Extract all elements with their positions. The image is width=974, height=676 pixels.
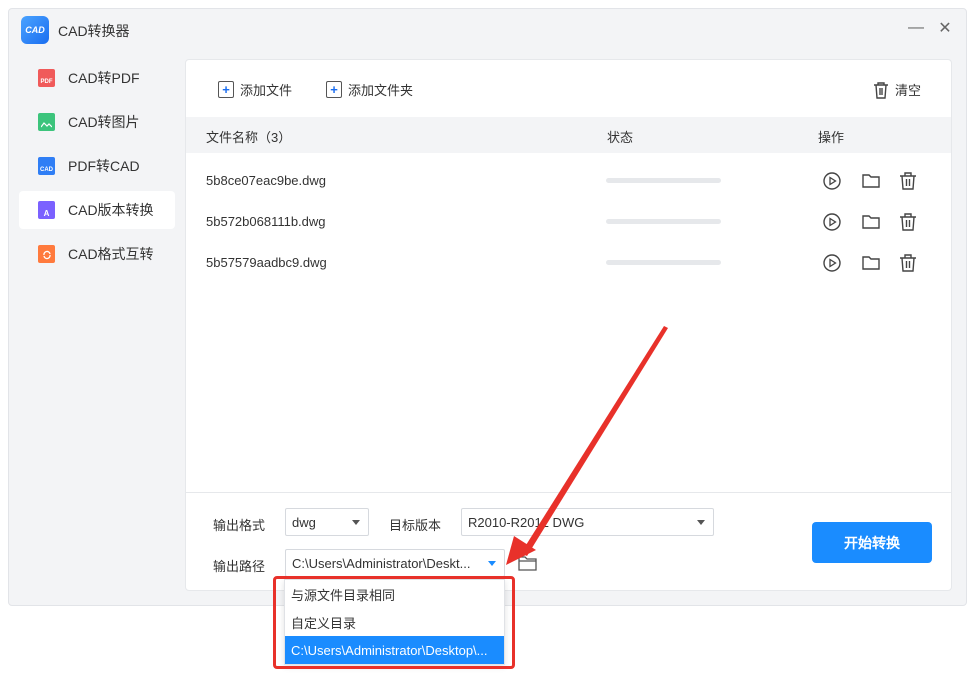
chevron-down-icon	[352, 520, 360, 525]
app-window: CAD CAD转换器 — ✕ PDF CAD转PDF CAD转图片 CAD PD…	[8, 8, 967, 606]
image-file-icon	[38, 113, 55, 131]
file-name: 5b57579aadbc9.dwg	[206, 255, 327, 270]
column-header-status: 状态	[607, 130, 634, 145]
sidebar-item-pdf-to-cad[interactable]: CAD PDF转CAD	[19, 147, 175, 185]
sidebar-item-label: CAD转PDF	[68, 70, 140, 86]
sidebar-item-label: CAD版本转换	[68, 202, 154, 218]
delete-icon[interactable]	[898, 171, 918, 191]
delete-icon[interactable]	[898, 253, 918, 273]
table-row: 5b8ce07eac9be.dwg	[186, 160, 951, 201]
output-path-select[interactable]: C:\Users\Administrator\Deskt...	[285, 549, 505, 577]
column-header-name: 文件名称（3）	[206, 130, 292, 145]
version-file-icon: A	[38, 201, 55, 219]
target-version-label: 目标版本	[389, 518, 442, 533]
folder-icon[interactable]	[861, 171, 881, 191]
progress-bar	[606, 260, 721, 265]
clear-label: 清空	[895, 83, 922, 98]
folder-icon[interactable]	[861, 212, 881, 232]
sidebar-item-label: PDF转CAD	[68, 158, 140, 174]
trash-icon	[874, 81, 888, 99]
browse-folder-icon[interactable]	[518, 555, 537, 571]
minimize-button[interactable]: —	[907, 19, 925, 37]
play-icon[interactable]	[822, 212, 842, 232]
table-row: 5b57579aadbc9.dwg	[186, 242, 951, 283]
format-convert-icon	[38, 245, 55, 263]
sidebar-item-cad-to-pdf[interactable]: PDF CAD转PDF	[19, 59, 175, 97]
chevron-down-icon	[488, 561, 496, 566]
app-logo: CAD	[21, 16, 49, 44]
table-row: 5b572b068111b.dwg	[186, 201, 951, 242]
file-name: 5b572b068111b.dwg	[206, 214, 326, 229]
column-header-actions: 操作	[818, 130, 845, 145]
output-format-value: dwg	[292, 514, 316, 530]
annotation-highlight-box	[273, 576, 515, 669]
add-file-label: 添加文件	[240, 83, 293, 98]
file-name: 5b8ce07eac9be.dwg	[206, 173, 326, 188]
add-file-icon: +	[218, 81, 234, 98]
sidebar-item-cad-to-image[interactable]: CAD转图片	[19, 103, 175, 141]
play-icon[interactable]	[822, 253, 842, 273]
target-version-select[interactable]: R2010-R2012 DWG	[461, 508, 714, 536]
app-title: CAD转换器	[58, 23, 130, 39]
target-version-value: R2010-R2012 DWG	[468, 514, 585, 530]
pdf-file-icon: PDF	[38, 69, 55, 87]
output-format-select[interactable]: dwg	[285, 508, 369, 536]
add-folder-icon: +	[326, 81, 342, 98]
progress-bar	[606, 178, 721, 183]
title-bar: CAD CAD转换器 — ✕	[9, 9, 966, 51]
sidebar-item-cad-version-convert[interactable]: A CAD版本转换	[19, 191, 175, 229]
output-path-value: C:\Users\Administrator\Deskt...	[292, 555, 471, 571]
start-convert-button[interactable]: 开始转换	[812, 522, 932, 563]
output-path-label: 输出路径	[213, 559, 266, 574]
cad-file-icon: CAD	[38, 157, 55, 175]
main-panel: + 添加文件 + 添加文件夹 清空 文件名称（3） 状态 操作 5b8ce07e…	[185, 59, 952, 591]
clear-button[interactable]: 清空	[873, 80, 921, 99]
add-folder-button[interactable]: + 添加文件夹	[326, 80, 413, 99]
add-folder-label: 添加文件夹	[348, 83, 414, 98]
sidebar-item-label: CAD格式互转	[68, 246, 154, 262]
folder-icon[interactable]	[861, 253, 881, 273]
play-icon[interactable]	[822, 171, 842, 191]
sidebar-item-label: CAD转图片	[68, 114, 140, 130]
delete-icon[interactable]	[898, 212, 918, 232]
sidebar-item-cad-format-convert[interactable]: CAD格式互转	[19, 235, 175, 273]
table-header: 文件名称（3） 状态 操作	[186, 117, 951, 153]
close-button[interactable]: ✕	[936, 19, 954, 37]
output-format-label: 输出格式	[213, 518, 266, 533]
chevron-down-icon	[697, 520, 705, 525]
progress-bar	[606, 219, 721, 224]
sidebar: PDF CAD转PDF CAD转图片 CAD PDF转CAD A CAD版本转换…	[19, 59, 175, 279]
add-file-button[interactable]: + 添加文件	[218, 80, 292, 99]
